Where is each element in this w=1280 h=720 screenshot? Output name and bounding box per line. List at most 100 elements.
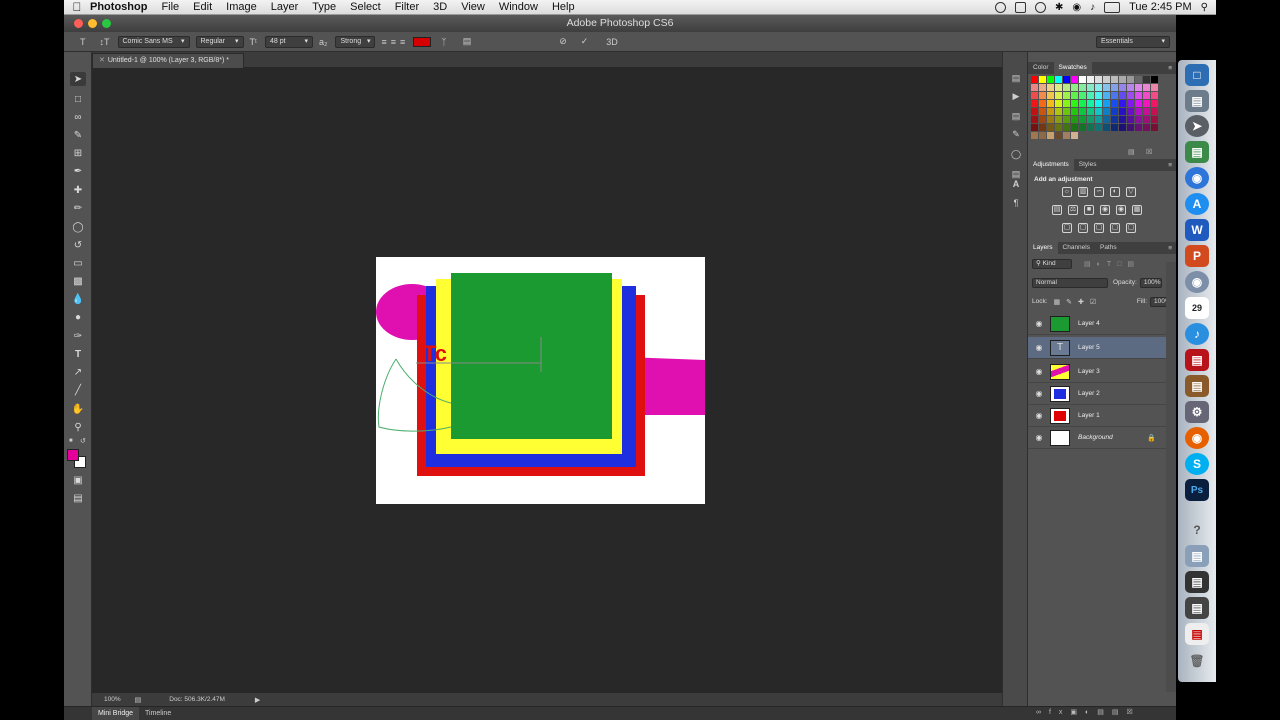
swatch-cell[interactable] [1135,76,1143,84]
threshold-icon[interactable]: ▢ [1094,223,1104,233]
font-family-select[interactable]: Comic Sans MS ▾ [117,35,190,48]
swatch-cell[interactable] [1039,132,1047,140]
swatch-cell[interactable] [1143,116,1151,124]
swatch-cell[interactable] [1135,84,1143,92]
dock-app-icon[interactable]: ▤ [1185,545,1209,567]
menu-3d[interactable]: 3D [433,1,447,13]
swatch-cell[interactable] [1143,84,1151,92]
dock-safari-icon[interactable]: ◉ [1185,167,1209,189]
swatch-cell[interactable] [1127,108,1135,116]
font-size-select[interactable]: 48 pt ▾ [264,35,313,48]
swatch-cell[interactable] [1135,108,1143,116]
tab-swatches[interactable]: Swatches [1053,62,1092,74]
swatch-cell[interactable] [1055,92,1063,100]
vibrance-icon[interactable]: ▽ [1126,187,1136,197]
layer-row-layer-2[interactable]: ◉ Layer 2 [1028,383,1166,405]
dock-calendar-icon[interactable]: 29 [1185,297,1209,319]
tab-layers[interactable]: Layers [1028,242,1058,254]
visibility-eye-icon[interactable]: ◉ [1028,367,1050,376]
history-panel-icon[interactable]: ▤ [1010,72,1022,84]
swatch-cell[interactable] [1087,108,1095,116]
swatch-cell[interactable] [1063,100,1071,108]
swatch-cell[interactable] [1031,76,1039,84]
swatch-cell[interactable] [1127,116,1135,124]
swatch-cell[interactable] [1071,116,1079,124]
foreground-color-swatch[interactable] [67,449,79,461]
swatch-cell[interactable] [1039,76,1047,84]
quick-mask-icon[interactable]: ▣ [70,473,86,487]
3d-button[interactable]: 3D [606,37,618,47]
swatch-cell[interactable] [1135,116,1143,124]
menu-type[interactable]: Type [312,1,336,13]
dock-launchpad-icon[interactable]: ➤ [1185,115,1209,137]
menu-help[interactable]: Help [552,1,575,13]
swatch-cell[interactable] [1135,100,1143,108]
dock-app-icon[interactable]: ◉ [1185,271,1209,293]
swatch-cell[interactable] [1143,132,1151,140]
menu-layer[interactable]: Layer [271,1,299,13]
swatch-cell[interactable] [1111,132,1119,140]
status-app-icon[interactable] [994,1,1006,13]
swatch-cell[interactable] [1047,84,1055,92]
swatch-cell[interactable] [1151,76,1159,84]
tab-timeline[interactable]: Timeline [139,707,177,720]
swatch-cell[interactable] [1095,132,1103,140]
layer-row-layer-4[interactable]: ◉ Layer 4 [1028,313,1166,335]
toggle-text-orientation-icon[interactable]: ↕T [100,37,110,47]
swatch-cell[interactable] [1063,84,1071,92]
swatch-cell[interactable] [1095,100,1103,108]
swatch-cell[interactable] [1055,132,1063,140]
hand-tool-icon[interactable]: ✋ [70,402,86,416]
tab-adjustments[interactable]: Adjustments [1028,159,1074,171]
delete-swatch-icon[interactable]: ☒ [1146,148,1152,156]
swatch-cell[interactable] [1119,100,1127,108]
black-white-icon[interactable]: ■ [1084,205,1094,215]
swatch-cell[interactable] [1055,100,1063,108]
swatch-cell[interactable] [1087,100,1095,108]
swatch-cell[interactable] [1111,100,1119,108]
align-left-icon[interactable]: ≡ [381,37,386,47]
tab-styles[interactable]: Styles [1074,159,1102,171]
menu-edit[interactable]: Edit [193,1,212,13]
swatch-cell[interactable] [1127,76,1135,84]
swatch-cell[interactable] [1151,132,1159,140]
visibility-eye-icon[interactable]: ◉ [1028,411,1050,420]
lock-icons[interactable]: ▦✎✚☑ [1054,298,1103,306]
swatch-cell[interactable] [1039,116,1047,124]
swatch-cell[interactable] [1031,84,1039,92]
photo-filter-icon[interactable]: ◉ [1100,205,1110,215]
swatch-cell[interactable] [1111,108,1119,116]
opacity-field[interactable]: 100% [1139,277,1162,288]
swatch-cell[interactable] [1135,124,1143,132]
swatch-cell[interactable] [1095,84,1103,92]
swatch-cell[interactable] [1031,124,1039,132]
screen-mode-icon[interactable]: ▤ [70,491,86,505]
swatch-cell[interactable] [1039,92,1047,100]
swatch-cell[interactable] [1143,76,1151,84]
document-canvas[interactable]: Tc [376,257,705,504]
gradient-map-icon[interactable]: ▢ [1126,223,1136,233]
swatch-cell[interactable] [1071,92,1079,100]
dock-app-icon[interactable]: ▤ [1185,349,1209,371]
menu-select[interactable]: Select [350,1,381,13]
spotlight-search-icon[interactable]: ⚲ [1201,2,1208,13]
swatch-cell[interactable] [1151,116,1159,124]
clone-source-icon[interactable]: ◯ [1010,148,1022,160]
color-lookup-icon[interactable]: ▦ [1132,205,1142,215]
invert-icon[interactable]: ▢ [1062,223,1072,233]
swatch-cell[interactable] [1087,132,1095,140]
swatch-cell[interactable] [1063,124,1071,132]
swatch-cell[interactable] [1143,100,1151,108]
swatch-cell[interactable] [1039,124,1047,132]
cancel-edit-icon[interactable]: ⊘ [559,36,567,47]
swatch-cell[interactable] [1079,108,1087,116]
actions-panel-icon[interactable]: ▶ [1010,90,1022,102]
info-panel-icon[interactable]: ▤ [1010,110,1022,122]
swatch-cell[interactable] [1095,76,1103,84]
swatch-cell[interactable] [1055,116,1063,124]
swatch-cell[interactable] [1087,92,1095,100]
bluetooth-icon[interactable]: ✱ [1055,2,1063,13]
swatch-cell[interactable] [1047,108,1055,116]
swatch-cell[interactable] [1127,92,1135,100]
swatch-cell[interactable] [1087,124,1095,132]
